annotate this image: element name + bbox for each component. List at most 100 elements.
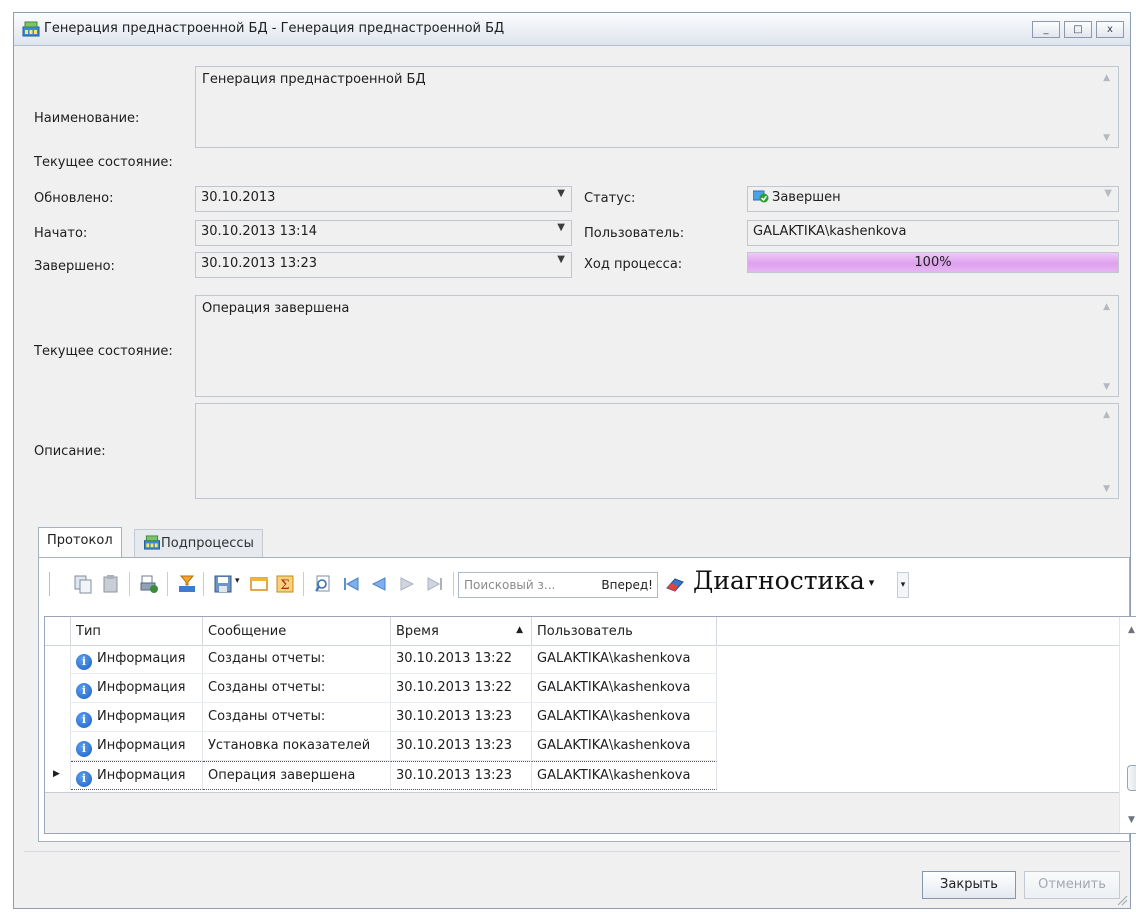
cell-user[interactable]: GALAKTIKA\kashenkova bbox=[532, 645, 717, 674]
cell-type[interactable]: i Информация bbox=[71, 703, 203, 732]
filter-icon[interactable] bbox=[177, 574, 197, 594]
grid-header: Тип Сообщение Время ▲ Пользователь bbox=[45, 617, 1121, 646]
tab-protocol-label: Протокол bbox=[47, 533, 113, 548]
window-icon[interactable] bbox=[249, 574, 269, 594]
first-record-icon[interactable] bbox=[341, 574, 361, 594]
table-row[interactable]: i Информация Созданы отчеты: 30.10.2013 13:… bbox=[45, 674, 1121, 703]
title-bar[interactable]: Генерация преднастроенной БД - Генерация… bbox=[14, 13, 1130, 46]
updated-label: Обновлено: bbox=[34, 191, 114, 206]
cell-time[interactable]: 30.10.2013 13:22 bbox=[391, 674, 532, 703]
user-field[interactable]: GALAKTIKA\kashenkova bbox=[747, 220, 1119, 246]
cell-user[interactable]: GALAKTIKA\kashenkova bbox=[532, 703, 717, 732]
chevron-down-icon[interactable]: ▼ bbox=[557, 188, 565, 199]
chevron-down-icon: ▼ bbox=[1104, 188, 1112, 199]
cell-message[interactable]: Операция завершена bbox=[203, 761, 391, 790]
maximize-button[interactable]: □ bbox=[1064, 21, 1092, 38]
search-go-button[interactable]: Вперед! bbox=[601, 578, 653, 592]
cell-time[interactable]: 30.10.2013 13:22 bbox=[391, 645, 532, 674]
footer-divider bbox=[24, 851, 1120, 852]
cell-message[interactable]: Созданы отчеты: bbox=[203, 674, 391, 703]
window-title: Генерация преднастроенной БД - Генерация… bbox=[44, 21, 505, 36]
eraser-icon[interactable] bbox=[665, 574, 685, 594]
column-header-message[interactable]: Сообщение bbox=[203, 617, 391, 645]
protocol-toolbar: ▾ Σ Поисковый з... Вперед! Диагностика ▾… bbox=[43, 562, 1125, 608]
cell-time[interactable]: 30.10.2013 13:23 bbox=[391, 761, 532, 790]
dialog-window: Генерация преднастроенной БД - Генерация… bbox=[13, 12, 1136, 909]
updated-field[interactable]: 30.10.2013 ▼ bbox=[195, 186, 572, 212]
cell-user[interactable]: GALAKTIKA\kashenkova bbox=[532, 761, 717, 790]
cell-type[interactable]: i Информация bbox=[71, 674, 203, 703]
scroll-down-icon[interactable]: ▼ bbox=[1128, 815, 1135, 825]
column-header-time[interactable]: Время ▲ bbox=[391, 617, 532, 645]
cell-time[interactable]: 30.10.2013 13:23 bbox=[391, 732, 532, 761]
row-indicator[interactable] bbox=[45, 674, 71, 703]
cell-message[interactable]: Созданы отчеты: bbox=[203, 645, 391, 674]
find-icon[interactable] bbox=[313, 574, 333, 594]
state-value: Операция завершена bbox=[202, 301, 350, 316]
table-row[interactable]: i Информация Созданы отчеты: 30.10.2013 13:… bbox=[45, 645, 1121, 674]
chevron-down-icon[interactable]: ▾ bbox=[235, 576, 240, 586]
cell-type-text: Информация bbox=[97, 651, 186, 666]
svg-text:Σ: Σ bbox=[280, 578, 289, 593]
sum-icon[interactable]: Σ bbox=[275, 574, 295, 594]
cell-user[interactable]: GALAKTIKA\kashenkova bbox=[532, 674, 717, 703]
cell-message[interactable]: Установка показателей bbox=[203, 732, 391, 761]
save-icon[interactable] bbox=[213, 574, 233, 594]
row-indicator[interactable]: ▶ bbox=[45, 761, 71, 790]
cell-time[interactable]: 30.10.2013 13:23 bbox=[391, 703, 532, 732]
table-row[interactable]: ▶ i Информация Операция завершена 30.10.2013… bbox=[45, 761, 1121, 790]
resize-grip-icon[interactable] bbox=[1116, 894, 1128, 906]
state-field[interactable]: Операция завершена ▲ ▼ bbox=[195, 295, 1119, 397]
finished-value: 30.10.2013 13:23 bbox=[201, 256, 318, 271]
cell-time-text: 30.10.2013 13:22 bbox=[396, 651, 513, 666]
previous-record-icon[interactable] bbox=[369, 574, 389, 594]
row-indicator[interactable] bbox=[45, 732, 71, 761]
tab-protocol[interactable]: Протокол bbox=[38, 527, 122, 558]
table-row[interactable]: i Информация Установка показателей 30.10.20… bbox=[45, 732, 1121, 761]
description-field[interactable]: ▲ ▼ bbox=[195, 403, 1119, 499]
grid-vertical-scrollbar[interactable]: ▲ ▼ bbox=[1119, 617, 1136, 833]
cancel-button[interactable]: Отменить bbox=[1024, 871, 1120, 899]
print-icon[interactable] bbox=[139, 574, 159, 594]
scroll-up-icon[interactable]: ▲ bbox=[1103, 73, 1110, 83]
search-input[interactable]: Поисковый з... Вперед! bbox=[458, 572, 658, 598]
column-header-user[interactable]: Пользователь bbox=[532, 617, 717, 645]
cell-message[interactable]: Созданы отчеты: bbox=[203, 703, 391, 732]
progress-text: 100% bbox=[914, 255, 952, 270]
tab-subprocesses[interactable]: Подпроцессы bbox=[134, 529, 263, 557]
table-row[interactable]: i Информация Созданы отчеты: 30.10.2013 13:… bbox=[45, 703, 1121, 732]
status-value: Завершен bbox=[772, 190, 841, 205]
scroll-up-icon[interactable]: ▲ bbox=[1103, 302, 1110, 312]
row-indicator[interactable] bbox=[45, 703, 71, 732]
scroll-up-icon[interactable]: ▲ bbox=[1128, 625, 1135, 635]
toolbar-grip[interactable] bbox=[49, 572, 50, 596]
scrollbar-thumb[interactable] bbox=[1127, 765, 1136, 791]
finished-field[interactable]: 30.10.2013 13:23 ▼ bbox=[195, 252, 572, 278]
copy-icon[interactable] bbox=[73, 574, 93, 594]
name-field[interactable]: Генерация преднастроенной БД ▲ ▼ bbox=[195, 66, 1119, 148]
cell-type[interactable]: i Информация bbox=[71, 732, 203, 761]
row-indicator[interactable] bbox=[45, 645, 71, 674]
chevron-down-icon[interactable]: ▼ bbox=[557, 222, 565, 233]
last-record-icon[interactable] bbox=[425, 574, 445, 594]
close-window-button[interactable]: x bbox=[1096, 21, 1124, 38]
started-field[interactable]: 30.10.2013 13:14 ▼ bbox=[195, 220, 572, 246]
minimize-button[interactable]: _ bbox=[1032, 21, 1060, 38]
scroll-up-icon[interactable]: ▲ bbox=[1103, 410, 1110, 420]
diagnostics-dropdown[interactable]: Диагностика ▾ bbox=[693, 566, 874, 595]
protocol-panel: ▾ Σ Поисковый з... Вперед! Диагностика ▾… bbox=[38, 557, 1136, 842]
column-header-type[interactable]: Тип bbox=[71, 617, 203, 645]
chevron-down-icon[interactable]: ▼ bbox=[557, 254, 565, 265]
paste-icon[interactable] bbox=[101, 574, 121, 594]
status-field[interactable]: Завершен ▼ bbox=[747, 186, 1119, 212]
cell-type[interactable]: i Информация bbox=[71, 645, 203, 674]
scroll-down-icon[interactable]: ▼ bbox=[1103, 484, 1110, 494]
cell-type[interactable]: i Информация bbox=[71, 761, 203, 790]
toolbar-overflow-button[interactable]: ▾ bbox=[897, 572, 909, 598]
next-record-icon[interactable] bbox=[397, 574, 417, 594]
cell-user[interactable]: GALAKTIKA\kashenkova bbox=[532, 732, 717, 761]
toolbar-separator bbox=[453, 572, 454, 596]
scroll-down-icon[interactable]: ▼ bbox=[1103, 382, 1110, 392]
scroll-down-icon[interactable]: ▼ bbox=[1103, 133, 1110, 143]
close-button[interactable]: Закрыть bbox=[922, 871, 1016, 899]
